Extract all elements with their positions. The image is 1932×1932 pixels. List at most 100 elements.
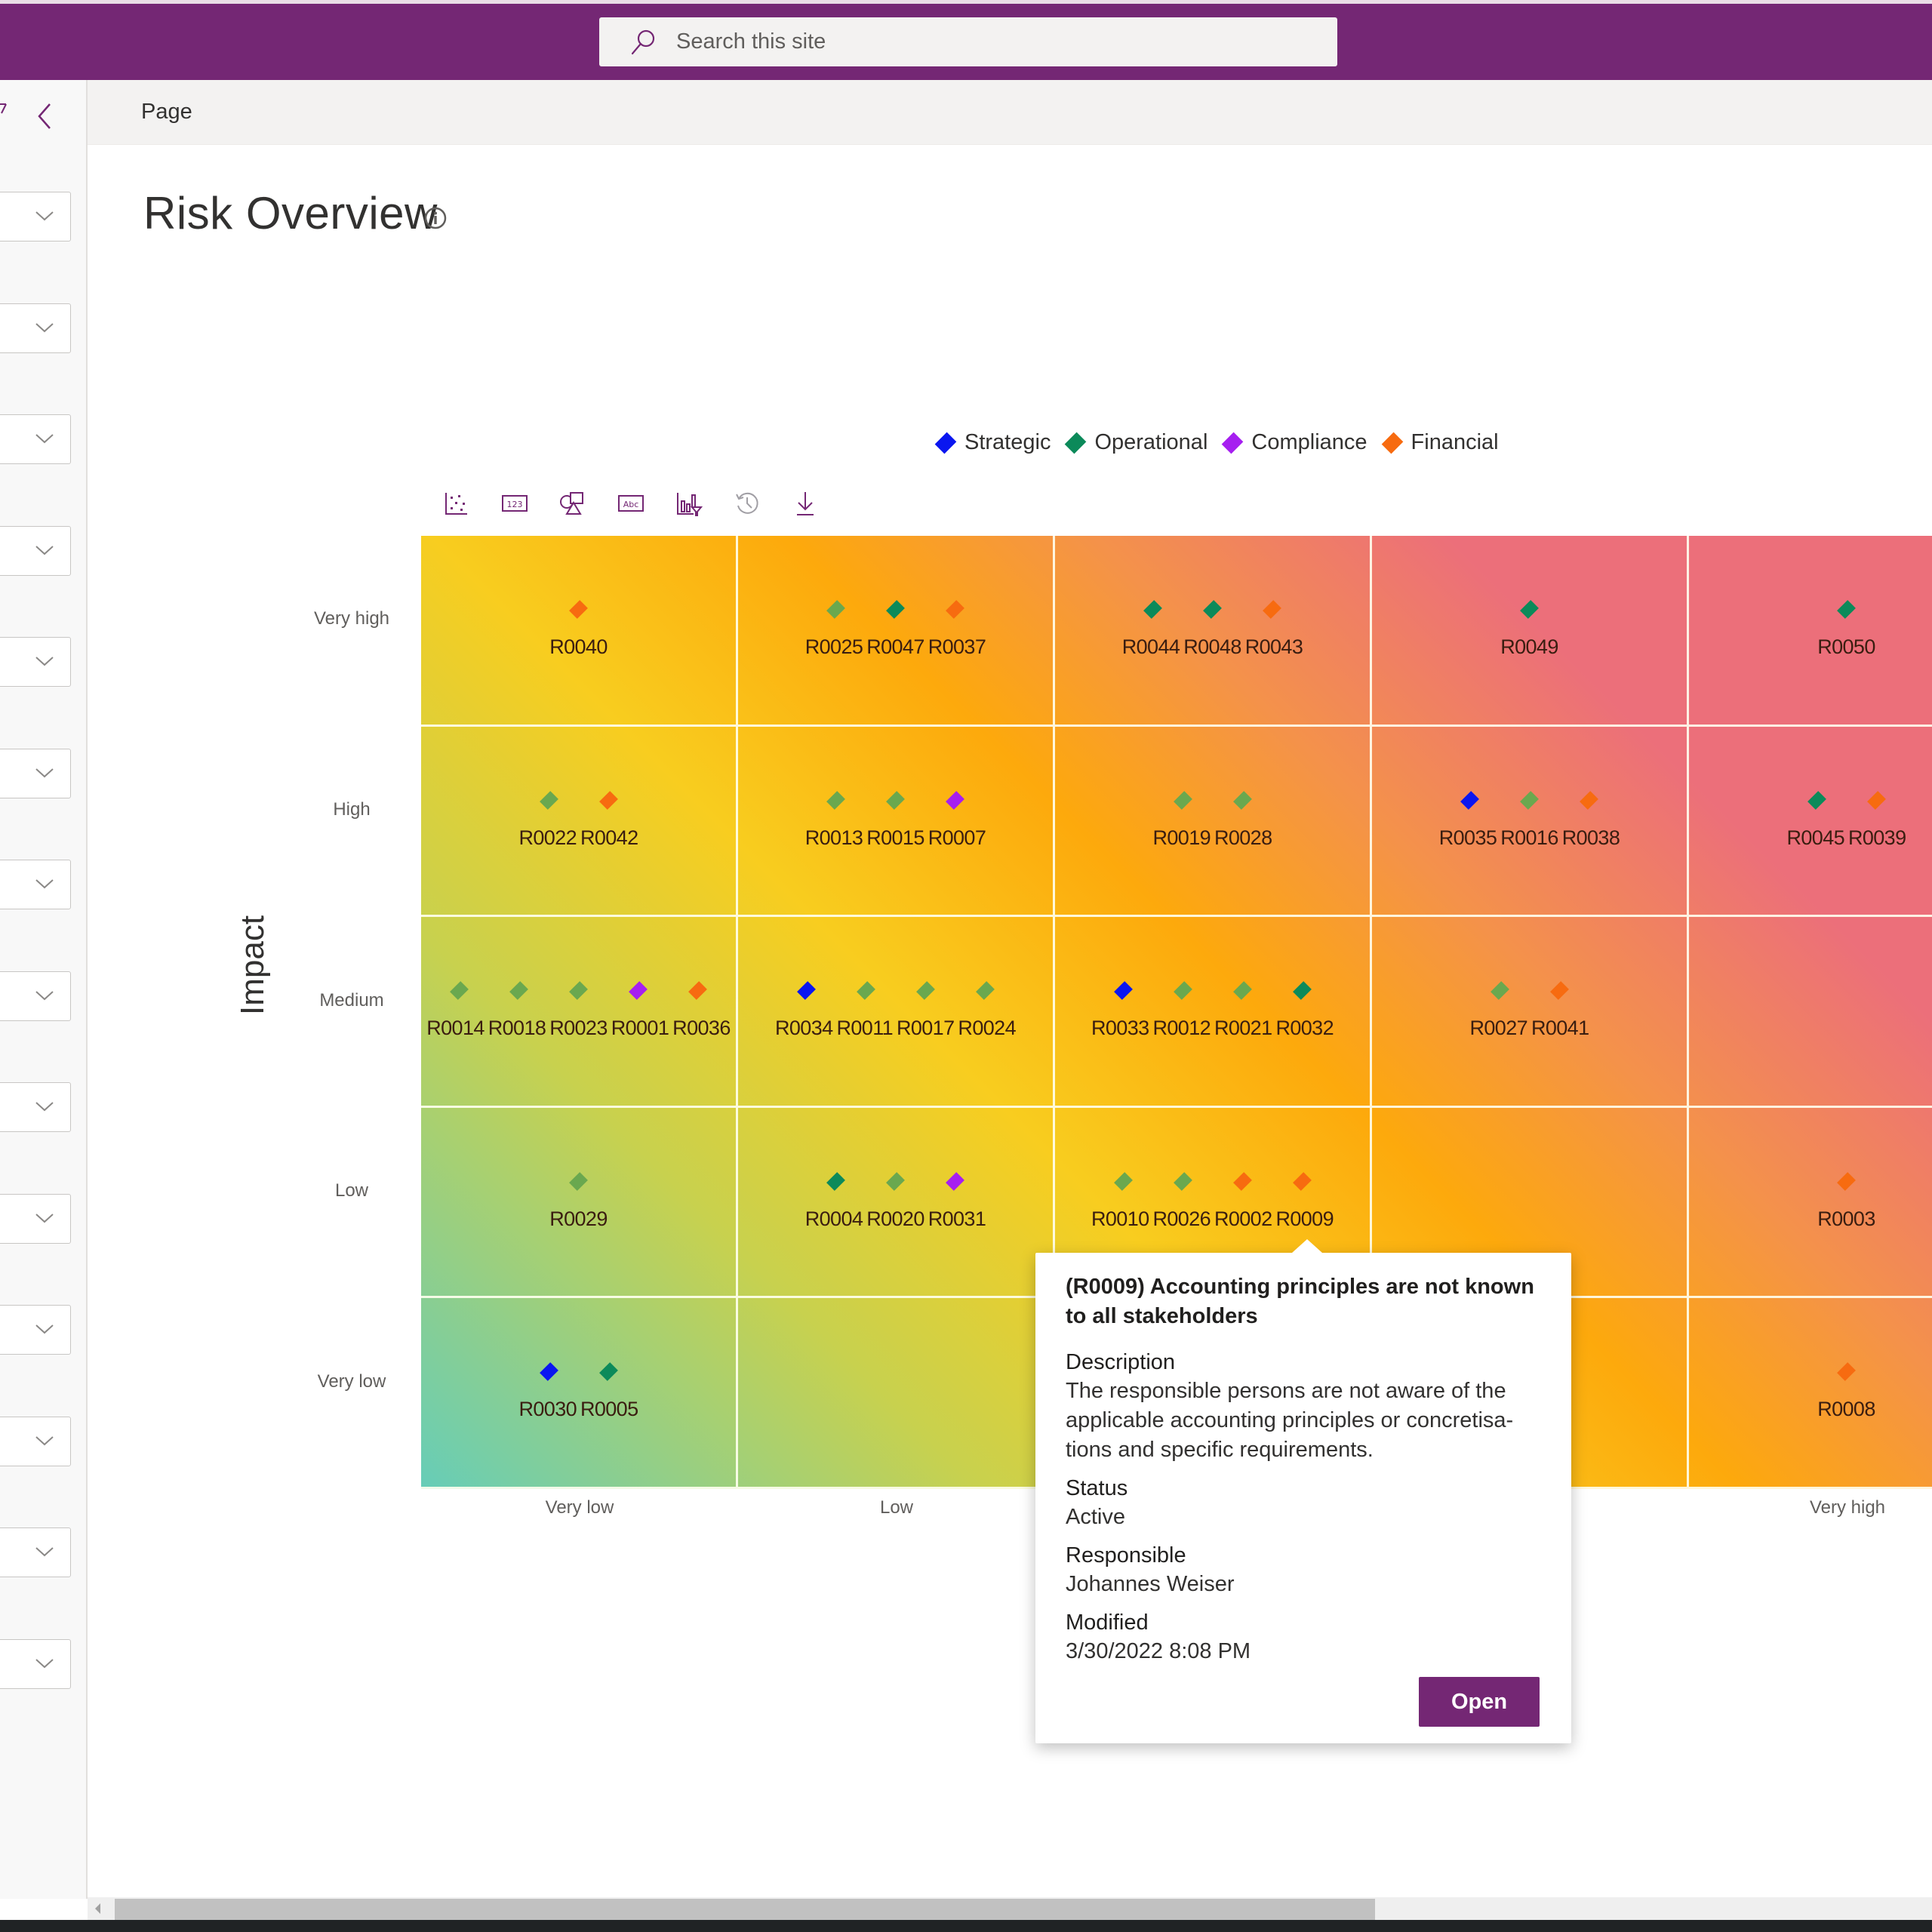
risk-marker-r0003[interactable] bbox=[1837, 1171, 1856, 1191]
scrollbar-thumb[interactable] bbox=[115, 1899, 1375, 1920]
risk-marker-r0011[interactable] bbox=[856, 981, 875, 1001]
filter-dropdown[interactable] bbox=[0, 414, 71, 464]
risk-id-label[interactable]: R0007 bbox=[928, 826, 986, 849]
risk-marker-r0020[interactable] bbox=[886, 1171, 905, 1191]
risk-id-label[interactable]: R0005 bbox=[580, 1398, 638, 1420]
risk-marker-r0027[interactable] bbox=[1490, 981, 1509, 1001]
risk-marker-r0026[interactable] bbox=[1173, 1171, 1192, 1191]
risk-marker-r0037[interactable] bbox=[946, 600, 964, 619]
matrix-cell[interactable]: R0044 R0048 R0043 bbox=[1055, 536, 1372, 727]
risk-marker-r0016[interactable] bbox=[1520, 790, 1539, 810]
risk-marker-r0002[interactable] bbox=[1232, 1171, 1252, 1191]
page-breadcrumb-label[interactable]: Page bbox=[141, 100, 192, 125]
risk-id-label[interactable]: R0044 bbox=[1122, 635, 1180, 658]
risk-id-label[interactable]: R0034 bbox=[775, 1017, 833, 1039]
risk-id-label[interactable]: R0012 bbox=[1152, 1017, 1211, 1039]
open-risk-button[interactable]: Open bbox=[1419, 1677, 1540, 1727]
risk-id-label[interactable]: R0039 bbox=[1848, 826, 1906, 849]
filter-dropdown[interactable] bbox=[0, 637, 71, 687]
matrix-cell[interactable]: R0034 R0011 R0017 R0024 bbox=[738, 917, 1055, 1108]
risk-id-label[interactable]: R0018 bbox=[488, 1017, 546, 1039]
risk-marker-r0012[interactable] bbox=[1173, 981, 1192, 1001]
risk-id-label[interactable]: R0043 bbox=[1245, 635, 1303, 658]
risk-id-label[interactable]: R0020 bbox=[866, 1208, 924, 1230]
text-view-button[interactable]: Abc bbox=[601, 487, 660, 520]
risk-marker-r0043[interactable] bbox=[1263, 600, 1281, 619]
matrix-cell[interactable]: R0049 bbox=[1372, 536, 1689, 727]
risk-marker-r0048[interactable] bbox=[1203, 600, 1222, 619]
matrix-cell[interactable] bbox=[1689, 917, 1932, 1108]
risk-marker-r0008[interactable] bbox=[1837, 1362, 1856, 1382]
filter-dropdown[interactable] bbox=[0, 860, 71, 909]
matrix-cell[interactable]: R0014 R0018 R0023 R0001 R0036 bbox=[421, 917, 738, 1108]
risk-id-label[interactable]: R0024 bbox=[958, 1017, 1016, 1039]
matrix-cell[interactable]: R0029 bbox=[421, 1107, 738, 1299]
matrix-cell[interactable]: R0019 R0028 bbox=[1055, 726, 1372, 918]
chart-filter-button[interactable] bbox=[660, 487, 718, 520]
risk-marker-r0017[interactable] bbox=[915, 981, 935, 1001]
risk-id-label[interactable]: R0036 bbox=[672, 1017, 731, 1039]
risk-marker-r0004[interactable] bbox=[826, 1171, 845, 1191]
risk-id-label[interactable]: R0027 bbox=[1469, 1017, 1527, 1039]
risk-marker-r0009[interactable] bbox=[1292, 1171, 1312, 1191]
filter-dropdown[interactable] bbox=[0, 1638, 71, 1689]
risk-id-label[interactable]: R0030 bbox=[518, 1398, 577, 1420]
risk-marker-r0015[interactable] bbox=[886, 790, 905, 810]
matrix-cell[interactable]: R0030 R0005 bbox=[421, 1298, 738, 1489]
risk-id-label[interactable]: R0037 bbox=[928, 635, 986, 658]
risk-id-label[interactable]: R0017 bbox=[897, 1017, 955, 1039]
risk-id-label[interactable]: R0003 bbox=[1817, 1208, 1875, 1230]
matrix-cell[interactable]: R0008 bbox=[1689, 1298, 1932, 1489]
risk-marker-r0014[interactable] bbox=[450, 981, 469, 1001]
risk-id-label[interactable]: R0028 bbox=[1214, 826, 1272, 849]
risk-id-label[interactable]: R0029 bbox=[549, 1208, 608, 1230]
filter-dropdown[interactable] bbox=[0, 525, 71, 576]
matrix-cell[interactable]: R0025 R0047 R0037 bbox=[738, 536, 1055, 727]
risk-marker-r0019[interactable] bbox=[1173, 790, 1192, 810]
risk-marker-r0036[interactable] bbox=[688, 981, 707, 1001]
risk-id-label[interactable]: R0025 bbox=[805, 635, 863, 658]
risk-marker-r0047[interactable] bbox=[886, 600, 905, 619]
risk-id-label[interactable]: R0026 bbox=[1152, 1208, 1211, 1230]
risk-id-label[interactable]: R0015 bbox=[866, 826, 924, 849]
risk-marker-r0018[interactable] bbox=[509, 981, 528, 1001]
risk-marker-r0031[interactable] bbox=[946, 1171, 964, 1191]
shapes-view-button[interactable] bbox=[543, 487, 601, 520]
risk-id-label[interactable]: R0033 bbox=[1091, 1017, 1149, 1039]
risk-marker-r0022[interactable] bbox=[539, 790, 558, 810]
filter-dropdown[interactable] bbox=[0, 1305, 71, 1355]
risk-id-label[interactable]: R0022 bbox=[518, 826, 577, 849]
risk-marker-r0024[interactable] bbox=[975, 981, 995, 1001]
matrix-cell[interactable]: R0022 R0042 bbox=[421, 726, 738, 918]
risk-marker-r0029[interactable] bbox=[569, 1171, 588, 1191]
risk-marker-r0028[interactable] bbox=[1232, 790, 1252, 810]
risk-marker-r0033[interactable] bbox=[1113, 981, 1133, 1001]
risk-id-label[interactable]: R0048 bbox=[1183, 635, 1241, 658]
risk-id-label[interactable]: R0001 bbox=[611, 1017, 669, 1039]
risk-id-label[interactable]: R0019 bbox=[1152, 826, 1211, 849]
risk-id-label[interactable]: R0042 bbox=[580, 826, 638, 849]
risk-id-label[interactable]: R0011 bbox=[836, 1017, 893, 1039]
filter-dropdown[interactable] bbox=[0, 303, 71, 353]
matrix-cell[interactable]: R0040 bbox=[421, 536, 738, 727]
risk-marker-r0034[interactable] bbox=[796, 981, 816, 1001]
risk-id-label[interactable]: R0049 bbox=[1500, 635, 1558, 658]
risk-id-label[interactable]: R0047 bbox=[866, 635, 924, 658]
filter-dropdown[interactable] bbox=[0, 748, 71, 798]
risk-marker-r0030[interactable] bbox=[539, 1362, 558, 1382]
scroll-left-arrow-icon[interactable] bbox=[95, 1903, 100, 1914]
history-button[interactable] bbox=[718, 487, 776, 520]
filter-dropdown[interactable] bbox=[0, 971, 71, 1021]
risk-marker-r0032[interactable] bbox=[1292, 981, 1312, 1001]
matrix-cell[interactable]: R0003 bbox=[1689, 1108, 1932, 1299]
risk-id-label[interactable]: R0035 bbox=[1439, 826, 1497, 849]
filter-dropdown[interactable] bbox=[0, 1082, 71, 1132]
risk-marker-r0001[interactable] bbox=[629, 981, 648, 1001]
risk-marker-r0038[interactable] bbox=[1580, 790, 1598, 810]
matrix-cell[interactable]: R0013 R0015 R0007 bbox=[738, 726, 1055, 918]
legend-item-operational[interactable]: Operational bbox=[1064, 430, 1208, 455]
risk-marker-r0050[interactable] bbox=[1837, 600, 1856, 619]
matrix-cell[interactable]: R0045 R0039 bbox=[1689, 727, 1932, 918]
risk-marker-r0049[interactable] bbox=[1520, 600, 1539, 619]
risk-marker-r0013[interactable] bbox=[826, 790, 845, 810]
